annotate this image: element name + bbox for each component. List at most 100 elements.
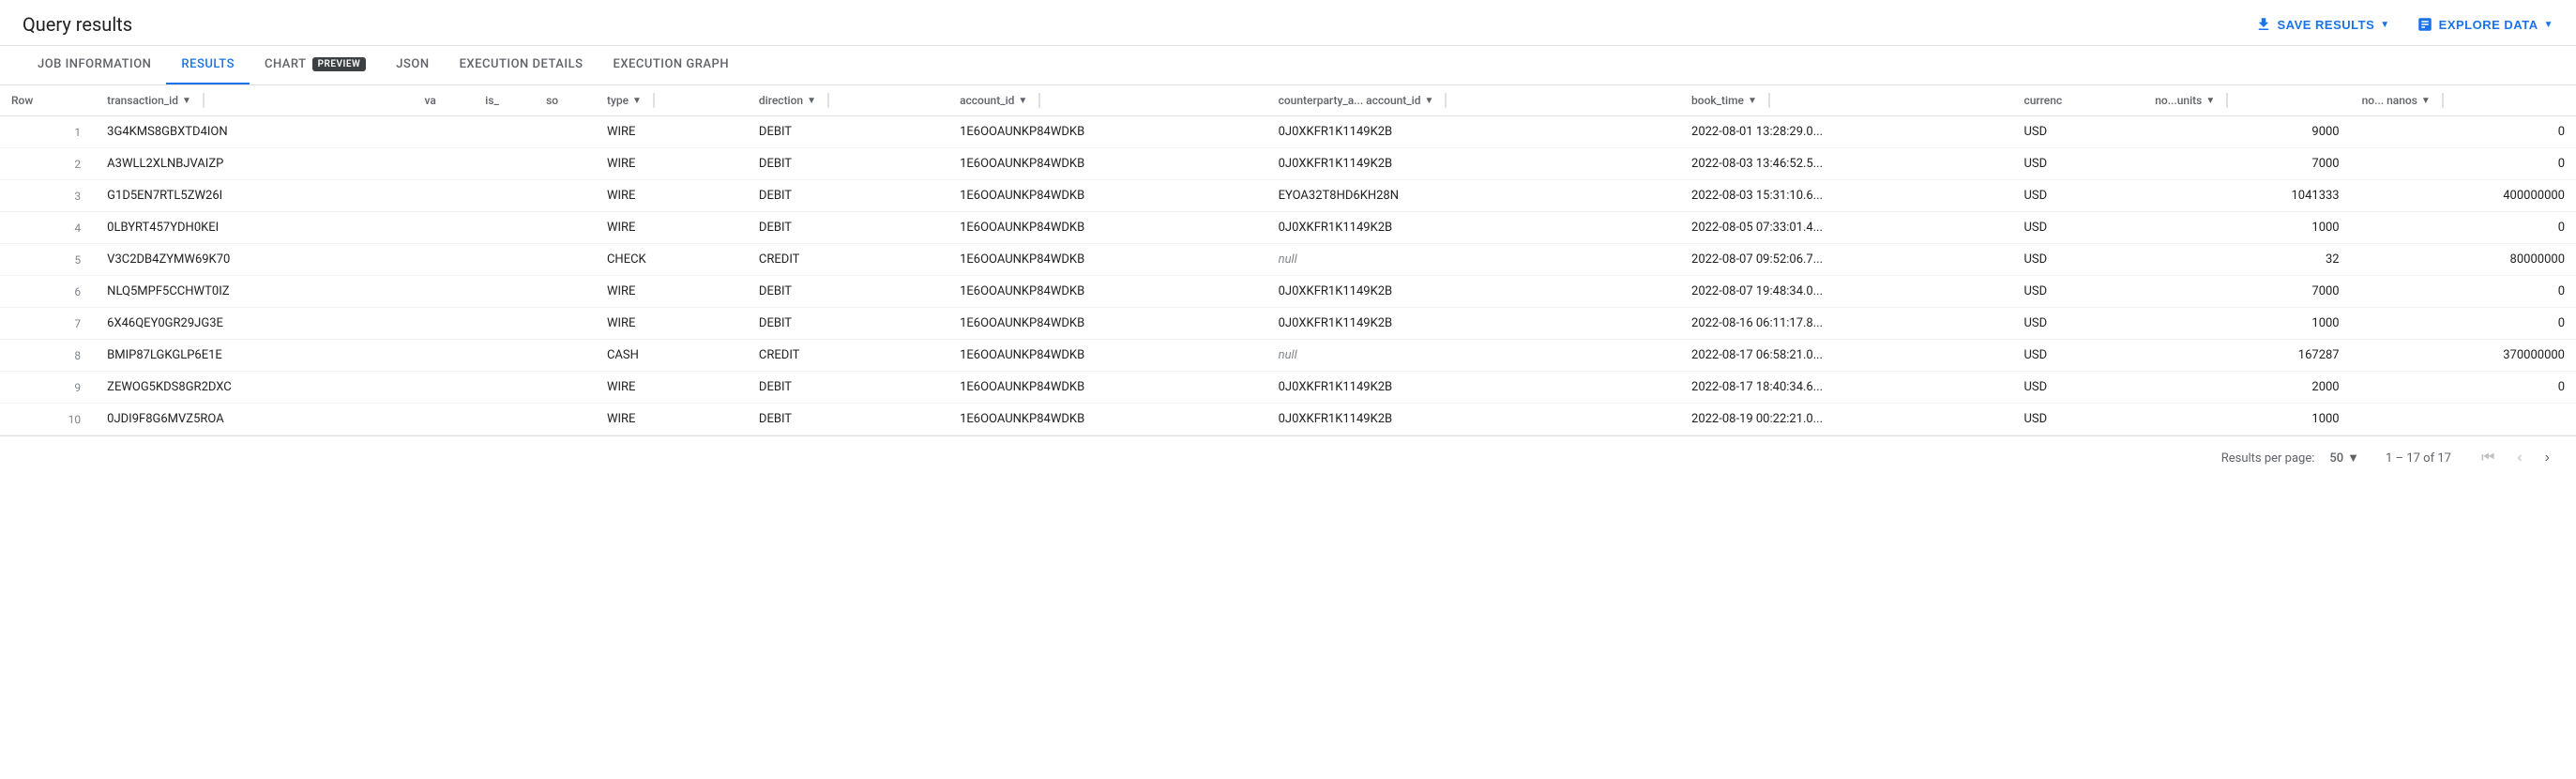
cell-account-id: 1E6OOAUNKP84WDKB: [948, 308, 1267, 340]
cell-transaction-id: 0JDI9F8G6MVZ5ROA: [96, 404, 413, 435]
cell-book-time: 2022-08-01 13:28:29.0...: [1680, 116, 2012, 148]
cell-no-units: 1000: [2144, 212, 2350, 244]
col-header-transaction-id[interactable]: transaction_id ▼: [96, 85, 413, 116]
resize-handle-no-nanos[interactable]: [2442, 93, 2444, 108]
cell-so: [535, 148, 596, 180]
cell-account-id: 1E6OOAUNKP84WDKB: [948, 276, 1267, 308]
cell-va: [413, 340, 474, 372]
tab-execution-details[interactable]: EXECUTION DETAILS: [445, 46, 599, 84]
cell-va: [413, 404, 474, 435]
cell-book-time: 2022-08-17 06:58:21.0...: [1680, 340, 2012, 372]
tab-job-information[interactable]: JOB INFORMATION: [23, 46, 166, 84]
cell-direction: CREDIT: [748, 340, 948, 372]
cell-currency: USD: [2012, 340, 2144, 372]
cell-account-id: 1E6OOAUNKP84WDKB: [948, 212, 1267, 244]
cell-counterparty-account-id: 0J0XKFR1K1149K2B: [1267, 212, 1680, 244]
tab-execution-graph[interactable]: EXECUTION GRAPH: [598, 46, 744, 84]
resize-handle-account-id[interactable]: [1038, 93, 1040, 108]
prev-page-button[interactable]: ‹: [2513, 446, 2525, 470]
cell-va: [413, 372, 474, 404]
save-results-button[interactable]: SAVE RESULTS ▼: [2255, 16, 2390, 33]
cell-is: [474, 180, 535, 212]
resize-handle-type[interactable]: [653, 93, 655, 108]
sort-icon-no-nanos: ▼: [2421, 96, 2431, 106]
cell-transaction-id: G1D5EN7RTL5ZW26I: [96, 180, 413, 212]
cell-row-num: 8: [0, 340, 96, 372]
cell-row-num: 2: [0, 148, 96, 180]
col-header-counterparty-account-id[interactable]: counterparty_a... account_id ▼: [1267, 85, 1680, 116]
cell-so: [535, 340, 596, 372]
col-header-account-id[interactable]: account_id ▼: [948, 85, 1267, 116]
cell-counterparty-account-id: EYOA32T8HD6KH28N: [1267, 180, 1680, 212]
col-header-no-nanos[interactable]: no... nanos ▼: [2351, 85, 2576, 116]
page-title: Query results: [23, 13, 132, 36]
cell-is: [474, 276, 535, 308]
cell-type: CASH: [596, 340, 748, 372]
col-header-so: so: [535, 85, 596, 116]
cell-type: WIRE: [596, 148, 748, 180]
cell-so: [535, 244, 596, 276]
cell-va: [413, 276, 474, 308]
cell-no-nanos: 0: [2351, 276, 2576, 308]
tab-json[interactable]: JSON: [381, 46, 444, 84]
cell-is: [474, 372, 535, 404]
explore-data-button[interactable]: EXPLORE DATA ▼: [2417, 16, 2553, 33]
cell-no-units: 32: [2144, 244, 2350, 276]
resize-handle-direction[interactable]: [827, 93, 829, 108]
explore-icon: [2417, 16, 2433, 33]
cell-book-time: 2022-08-03 13:46:52.5...: [1680, 148, 2012, 180]
resize-handle-transaction-id[interactable]: [203, 93, 205, 108]
tab-results[interactable]: RESULTS: [166, 46, 250, 84]
preview-badge: PREVIEW: [312, 57, 367, 71]
cell-direction: DEBIT: [748, 372, 948, 404]
first-page-button[interactable]: ⏮: [2478, 446, 2498, 470]
col-header-direction[interactable]: direction ▼: [748, 85, 948, 116]
table-row: 9 ZEWOG5KDS8GR2DXC WIRE DEBIT 1E6OOAUNKP…: [0, 372, 2576, 404]
resize-handle-no-units[interactable]: [2226, 93, 2228, 108]
tab-chart[interactable]: CHART PREVIEW: [250, 46, 381, 84]
col-header-book-time[interactable]: book_time ▼: [1680, 85, 2012, 116]
resize-handle-book-time[interactable]: [1768, 93, 1770, 108]
cell-no-units: 1000: [2144, 308, 2350, 340]
table-row: 8 BMIP87LGKGLP6E1E CASH CREDIT 1E6OOAUNK…: [0, 340, 2576, 372]
cell-no-nanos: 0: [2351, 372, 2576, 404]
explore-dropdown-icon: ▼: [2544, 20, 2553, 30]
cell-va: [413, 244, 474, 276]
cell-is: [474, 116, 535, 148]
cell-is: [474, 404, 535, 435]
cell-no-units: 1041333: [2144, 180, 2350, 212]
cell-currency: USD: [2012, 372, 2144, 404]
cell-direction: DEBIT: [748, 116, 948, 148]
table-footer: Results per page: 50 ▼ 1 – 17 of 17 ⏮ ‹ …: [0, 435, 2576, 480]
per-page-dropdown-icon: ▼: [2347, 451, 2359, 466]
header-actions: SAVE RESULTS ▼ EXPLORE DATA ▼: [2255, 16, 2554, 33]
cell-currency: USD: [2012, 212, 2144, 244]
resize-handle-counterparty[interactable]: [1445, 93, 1447, 108]
cell-transaction-id: BMIP87LGKGLP6E1E: [96, 340, 413, 372]
col-header-no-units[interactable]: no...units ▼: [2144, 85, 2350, 116]
cell-no-nanos: 80000000: [2351, 244, 2576, 276]
cell-no-units: 167287: [2144, 340, 2350, 372]
cell-currency: USD: [2012, 244, 2144, 276]
cell-currency: USD: [2012, 148, 2144, 180]
save-icon: [2255, 16, 2272, 33]
cell-row-num: 4: [0, 212, 96, 244]
cell-direction: DEBIT: [748, 404, 948, 435]
cell-counterparty-account-id: 0J0XKFR1K1149K2B: [1267, 372, 1680, 404]
col-header-va: va: [413, 85, 474, 116]
results-table-container: Row transaction_id ▼ va is_: [0, 85, 2576, 435]
cell-direction: DEBIT: [748, 308, 948, 340]
col-header-type[interactable]: type ▼: [596, 85, 748, 116]
cell-direction: DEBIT: [748, 212, 948, 244]
cell-book-time: 2022-08-07 19:48:34.0...: [1680, 276, 2012, 308]
sort-icon-book-time: ▼: [1748, 96, 1757, 106]
cell-so: [535, 404, 596, 435]
cell-no-nanos: 0: [2351, 148, 2576, 180]
next-page-button[interactable]: ›: [2541, 446, 2553, 470]
cell-row-num: 9: [0, 372, 96, 404]
per-page-selector[interactable]: 50 ▼: [2329, 451, 2359, 466]
cell-row-num: 1: [0, 116, 96, 148]
cell-direction: CREDIT: [748, 244, 948, 276]
table-row: 5 V3C2DB4ZYMW69K70 CHECK CREDIT 1E6OOAUN…: [0, 244, 2576, 276]
cell-account-id: 1E6OOAUNKP84WDKB: [948, 244, 1267, 276]
